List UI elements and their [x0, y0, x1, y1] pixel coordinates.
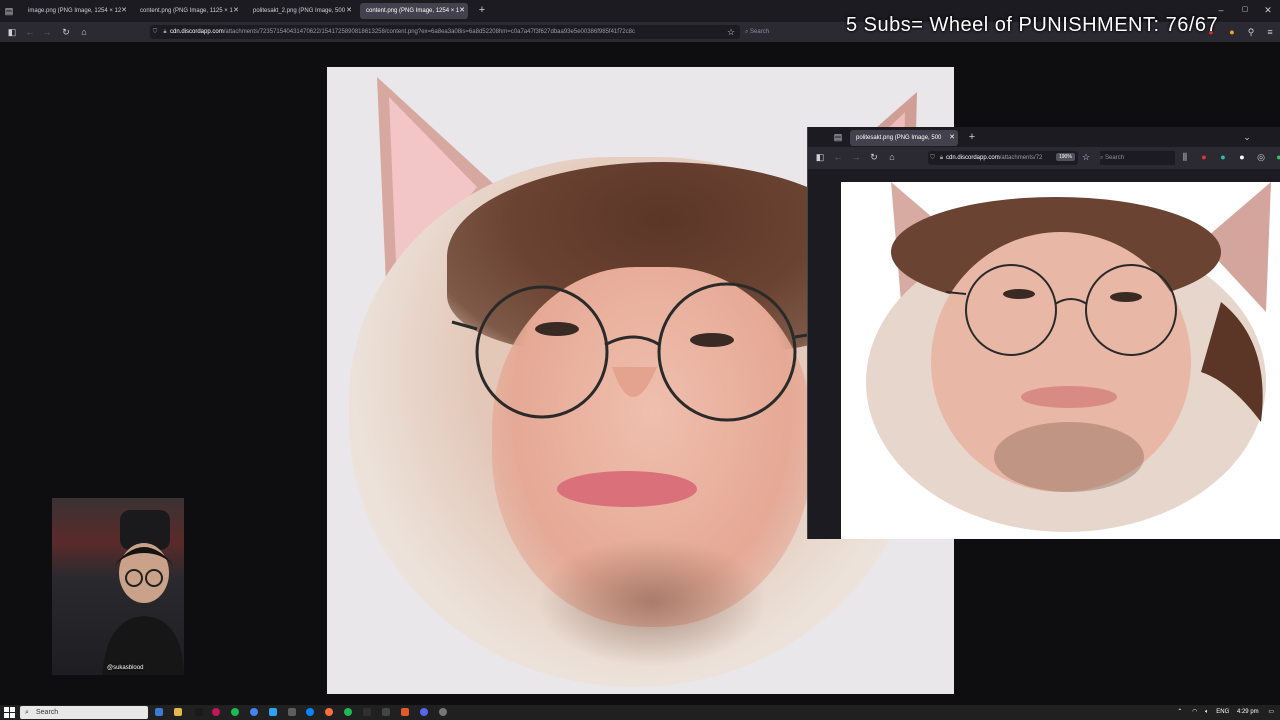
- firefox-icon[interactable]: [325, 708, 333, 716]
- forward-icon[interactable]: →: [41, 26, 53, 38]
- popup-tab-bar: ▤ politesakt.png (PNG Image, 500 ✕ + ⌄: [808, 127, 1280, 147]
- search-placeholder: Search: [750, 29, 770, 35]
- back-icon[interactable]: ←: [832, 151, 844, 163]
- chevron-up-icon[interactable]: ⌃: [1177, 709, 1182, 715]
- reload-icon[interactable]: ↻: [868, 151, 880, 163]
- url-path: /attachments/723571540431470622/15417258…: [223, 29, 635, 35]
- new-tab-button[interactable]: +: [966, 131, 978, 143]
- tab-label: content.png (PNG Image, 1254 × 1: [366, 8, 460, 14]
- volume-icon[interactable]: 🔈︎: [1205, 709, 1209, 715]
- extension-icon[interactable]: ●: [1273, 151, 1280, 163]
- taskbar-search-label: Search: [36, 709, 59, 716]
- search-input[interactable]: ⌕ Search: [745, 25, 840, 39]
- notification-icon[interactable]: ▭: [1268, 709, 1274, 715]
- chrome-icon[interactable]: [250, 708, 258, 716]
- url-host: cdn.discordapp.com: [946, 155, 1000, 161]
- search-icon: ⌕: [25, 709, 29, 716]
- tab-label: politesakt_2.png (PNG Image, 500: [253, 8, 346, 14]
- close-window-icon[interactable]: ✕: [1262, 4, 1274, 16]
- close-tab-icon[interactable]: ✕: [949, 130, 955, 146]
- url-path: /attachments/72: [999, 155, 1043, 161]
- popup-browser-window[interactable]: ▤ politesakt.png (PNG Image, 500 ✕ + ⌄ ◧…: [807, 127, 1280, 539]
- extension-icon[interactable]: ●: [1236, 151, 1248, 163]
- language-indicator[interactable]: ENG: [1216, 709, 1229, 715]
- tab-list-icon[interactable]: ▤: [3, 5, 15, 17]
- app-icon[interactable]: [306, 708, 314, 716]
- tab-list-icon[interactable]: ▤: [832, 131, 844, 143]
- popup-face-illustration: [866, 182, 1271, 532]
- lock-icon: 🔒︎: [163, 29, 167, 35]
- shield-icon: ⛉: [152, 29, 158, 35]
- app-icon[interactable]: [401, 708, 409, 716]
- extension-icon[interactable]: ●: [1217, 151, 1229, 163]
- close-tab-icon[interactable]: ✕: [459, 3, 465, 19]
- url-host: cdn.discordapp.com: [170, 29, 224, 35]
- home-icon[interactable]: ⌂: [78, 26, 90, 38]
- app-icon[interactable]: [269, 708, 277, 716]
- reload-icon[interactable]: ↻: [60, 26, 72, 38]
- library-icon[interactable]: ⫼: [1179, 151, 1191, 163]
- close-tab-icon[interactable]: ✕: [346, 3, 352, 19]
- search-placeholder: Search: [1105, 155, 1125, 161]
- tab-label: image.png (PNG Image, 1254 × 12: [28, 8, 122, 14]
- tab-label: politesakt.png (PNG Image, 500: [856, 135, 942, 141]
- windows-start-icon[interactable]: [4, 707, 15, 718]
- menu-icon[interactable]: ≡: [1264, 26, 1276, 38]
- popup-nav-toolbar: ◧ ← → ↻ ⌂ ⛉ 🔒︎ cdn.discordapp.com/attachme…: [808, 147, 1280, 169]
- sidebar-icon[interactable]: ◧: [6, 26, 18, 38]
- streamer-silhouette: [102, 510, 184, 675]
- extensions-puzzle-icon[interactable]: ⚲: [1245, 26, 1257, 38]
- bookmark-star-icon[interactable]: ☆: [725, 26, 737, 38]
- back-icon[interactable]: ←: [24, 26, 36, 38]
- sidebar-icon[interactable]: ◧: [814, 151, 826, 163]
- tab-politesakt-2[interactable]: politesakt_2.png (PNG Image, 500 ✕: [247, 3, 355, 19]
- system-tray: ⌃ ◠ 🔈︎ ENG 4:29 pm ▭: [1177, 705, 1280, 720]
- bookmark-star-icon[interactable]: ☆: [1080, 151, 1092, 163]
- tab-label: content.png (PNG Image, 1125 × 1: [140, 8, 233, 14]
- clock-time[interactable]: 4:29 pm: [1237, 709, 1259, 715]
- app-icon[interactable]: [382, 708, 390, 716]
- shield-icon: ⛉: [930, 155, 935, 161]
- app-icon[interactable]: [363, 708, 371, 716]
- forward-icon[interactable]: →: [850, 151, 862, 163]
- spotify-icon[interactable]: [231, 708, 239, 716]
- discord-icon[interactable]: [420, 708, 428, 716]
- tab-content-png-1[interactable]: content.png (PNG Image, 1125 × 1 ✕: [134, 3, 242, 19]
- webcam-overlay: @sukasblood: [52, 498, 184, 675]
- file-explorer-icon[interactable]: [174, 708, 182, 716]
- obs-icon[interactable]: [439, 708, 447, 716]
- stream-overlay-title: 5 Subs= Wheel of PUNISHMENT: 76/67: [846, 14, 1219, 36]
- url-bar[interactable]: ⛉ 🔒︎ cdn.discordapp.com/attachments/723571…: [150, 25, 740, 39]
- extension-icon[interactable]: ●: [1226, 26, 1238, 38]
- tab-image-png[interactable]: image.png (PNG Image, 1254 × 12 ✕: [22, 3, 130, 19]
- close-tab-icon[interactable]: ✕: [121, 3, 127, 19]
- extension-icon[interactable]: ●: [1198, 151, 1210, 163]
- app-icon[interactable]: [195, 708, 203, 716]
- wifi-icon[interactable]: ◠: [1192, 709, 1197, 715]
- popup-viewport: [808, 182, 1280, 539]
- popup-search-input[interactable]: ⌕ Search: [1100, 151, 1175, 165]
- popup-tab-politesakt[interactable]: politesakt.png (PNG Image, 500 ✕: [850, 130, 958, 146]
- webcam-handle: @sukasblood: [107, 665, 144, 671]
- popup-image-cat-face: [841, 182, 1280, 539]
- extension-icon[interactable]: ◎: [1255, 151, 1267, 163]
- windows-taskbar: ⌕ Search ⌃ ◠ 🔈︎ ENG 4:29 pm ▭: [0, 705, 1280, 720]
- app-icon[interactable]: [212, 708, 220, 716]
- chevron-down-icon[interactable]: ⌄: [1241, 131, 1253, 143]
- app-icon[interactable]: [288, 708, 296, 716]
- home-icon[interactable]: ⌂: [886, 151, 898, 163]
- tab-content-png-active[interactable]: content.png (PNG Image, 1254 × 1 ✕: [360, 3, 468, 19]
- task-view-icon[interactable]: [155, 708, 163, 716]
- zoom-level-badge[interactable]: 190%: [1056, 153, 1075, 161]
- new-tab-button[interactable]: +: [476, 4, 488, 16]
- close-tab-icon[interactable]: ✕: [233, 3, 239, 19]
- lock-icon: 🔒︎: [939, 155, 944, 161]
- taskbar-search-input[interactable]: ⌕ Search: [20, 706, 148, 719]
- maximize-icon[interactable]: ▢: [1239, 4, 1251, 16]
- app-icon[interactable]: [344, 708, 352, 716]
